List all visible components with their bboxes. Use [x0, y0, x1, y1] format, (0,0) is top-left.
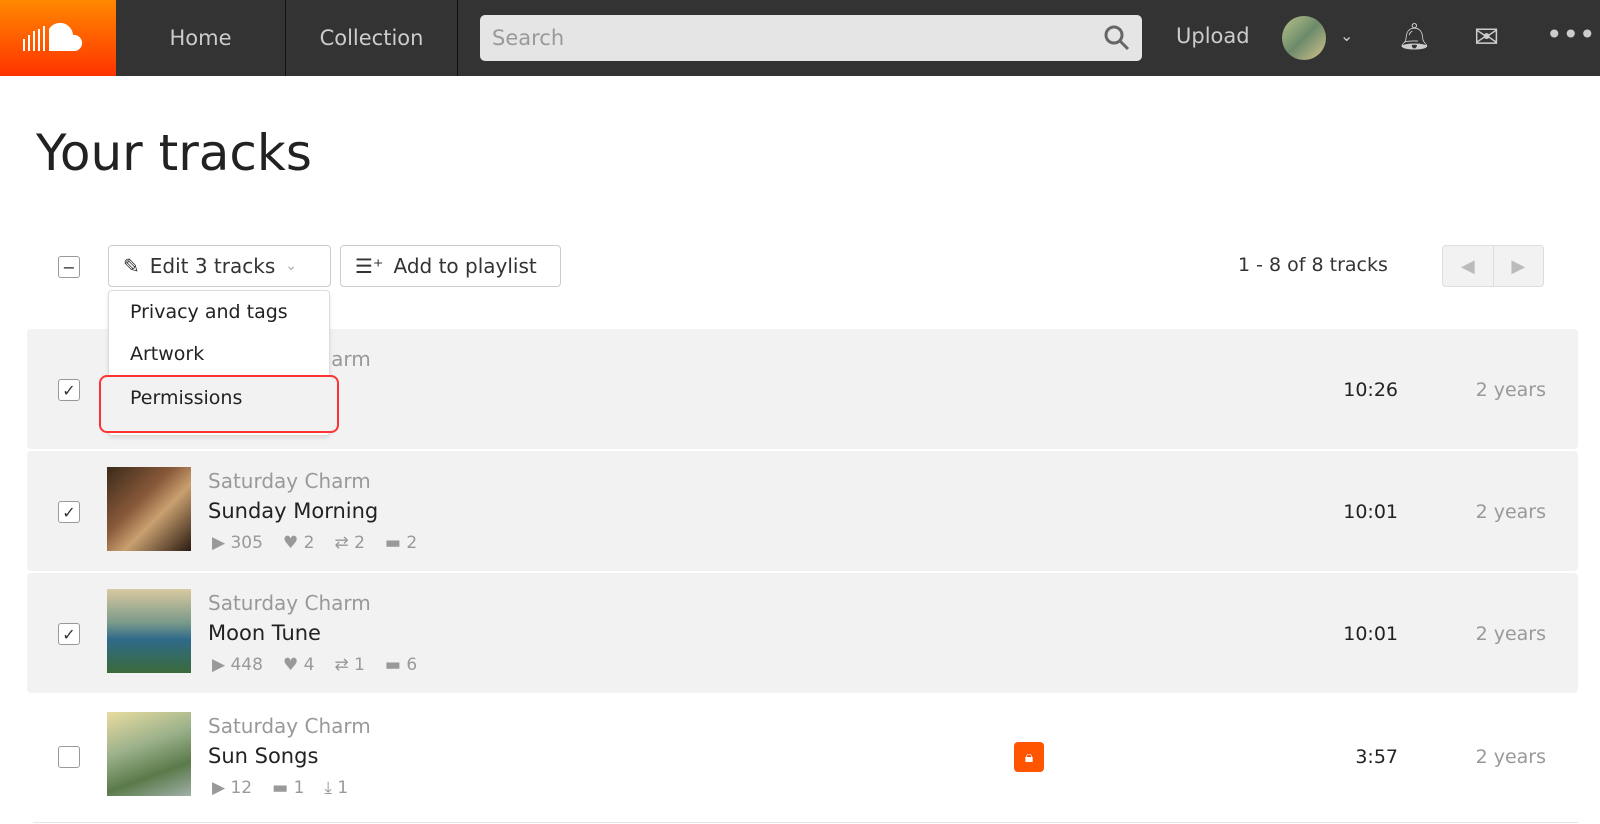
chevron-down-icon: ⌄ [285, 258, 297, 274]
chevron-down-icon[interactable]: ⌄ [1340, 26, 1353, 45]
track-checkbox[interactable]: ✓ [58, 501, 80, 523]
track-duration: 10:01 [1343, 623, 1398, 645]
select-all-checkbox[interactable]: − [58, 256, 80, 278]
download-count: ⤓ 1 [324, 778, 349, 798]
more-icon[interactable]: ••• [1546, 18, 1596, 51]
track-checkbox[interactable]: ✓ [58, 379, 80, 401]
track-row[interactable]: ✓ Saturday Charm Moon Tune ▶ 448 ♥ 4 ⇄ 1 ▬ … [27, 573, 1578, 693]
divider [33, 822, 1578, 823]
track-artist[interactable]: Saturday Charm [208, 469, 371, 493]
play-count: ▶ 448 [212, 655, 263, 675]
comment-count: ▬ 6 [384, 655, 418, 675]
repost-count: ⇄ 2 [334, 533, 365, 553]
comment-count: ▬ 2 [384, 533, 418, 553]
like-count: ♥ 2 [282, 533, 315, 553]
bell-icon[interactable]: 🔔︎ [1398, 22, 1431, 52]
track-age: 2 years [1475, 623, 1546, 645]
track-artwork[interactable] [107, 467, 191, 551]
menu-item-artwork[interactable]: Artwork [109, 333, 329, 375]
track-count: 1 - 8 of 8 tracks [1238, 254, 1388, 276]
like-count: ♥ 4 [282, 655, 315, 675]
upload-link[interactable]: Upload [1176, 24, 1250, 48]
soundcloud-logo[interactable] [0, 0, 116, 76]
nav-collection[interactable]: Collection [286, 0, 458, 76]
play-count: ▶ 12 [212, 778, 253, 798]
comment-count: ▬ 1 [272, 778, 305, 798]
nav-home[interactable]: Home [116, 0, 286, 76]
track-duration: 3:57 [1355, 746, 1398, 768]
track-title[interactable]: Sun Songs [208, 744, 318, 768]
edit-label: Edit 3 tracks [149, 254, 276, 278]
track-stats: ▶ 305 ♥ 2 ⇄ 2 ▬ 2 [212, 533, 417, 553]
next-page-button[interactable]: ▶ [1494, 246, 1544, 286]
playlist-add-icon: ☰⁺ [355, 254, 384, 278]
track-checkbox[interactable] [58, 746, 80, 768]
track-age: 2 years [1475, 746, 1546, 768]
track-age: 2 years [1475, 379, 1546, 401]
mail-icon[interactable]: ✉ [1474, 20, 1499, 55]
track-row[interactable]: Saturday Charm Sun Songs ▶ 12 ▬ 1 ⤓ 1 🔒︎ 3… [27, 696, 1578, 816]
track-title[interactable]: Sunday Morning [208, 499, 378, 523]
search-input[interactable]: Search [480, 15, 1142, 61]
repost-count: ⇄ 1 [334, 655, 365, 675]
search-placeholder: Search [492, 26, 565, 50]
track-duration: 10:26 [1343, 379, 1398, 401]
pencil-icon: ✎ [123, 254, 140, 278]
add-playlist-label: Add to playlist [393, 254, 537, 278]
add-to-playlist-button[interactable]: ☰⁺ Add to playlist [340, 245, 561, 287]
menu-item-privacy-tags[interactable]: Privacy and tags [109, 291, 329, 333]
search-icon[interactable] [1104, 25, 1130, 51]
track-stats: ▶ 12 ▬ 1 ⤓ 1 [212, 778, 348, 798]
avatar[interactable] [1282, 16, 1326, 60]
cloud-icon [23, 22, 83, 51]
top-bar: Home Collection Search Upload ⌄ 🔔︎ ✉ ••• [0, 0, 1600, 76]
track-age: 2 years [1475, 501, 1546, 523]
track-checkbox[interactable]: ✓ [58, 623, 80, 645]
track-duration: 10:01 [1343, 501, 1398, 523]
pager: ◀ ▶ [1442, 245, 1544, 287]
edit-tracks-button[interactable]: ✎ Edit 3 tracks ⌄ [108, 245, 331, 287]
play-count: ▶ 305 [212, 533, 263, 553]
prev-page-button[interactable]: ◀ [1443, 246, 1494, 286]
track-row[interactable]: ✓ Saturday Charm Sunday Morning ▶ 305 ♥ 2… [27, 451, 1578, 571]
track-artist[interactable]: Saturday Charm [208, 591, 371, 615]
page-title: Your tracks [36, 124, 312, 182]
track-title[interactable]: Moon Tune [208, 621, 321, 645]
lock-icon: 🔒︎ [1014, 742, 1044, 772]
menu-item-permissions[interactable]: Permissions [99, 375, 339, 433]
track-artwork[interactable] [107, 712, 191, 796]
track-artist[interactable]: Saturday Charm [208, 714, 371, 738]
track-stats: ▶ 448 ♥ 4 ⇄ 1 ▬ 6 [212, 655, 417, 675]
track-artwork[interactable] [107, 589, 191, 673]
edit-dropdown-menu: Privacy and tags Artwork Permissions [99, 290, 339, 436]
